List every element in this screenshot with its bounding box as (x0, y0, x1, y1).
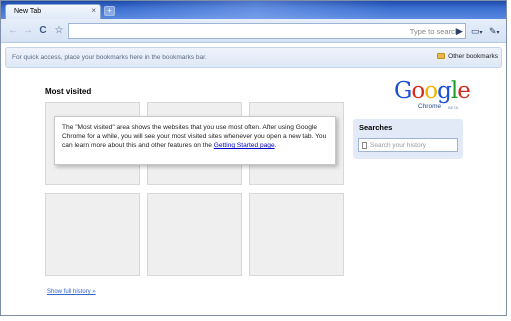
google-wordmark: Google (394, 78, 471, 104)
toolbar: ← → C ☆ Type to search ▶ ▭▾ ✎▾ (1, 19, 506, 43)
info-text: The "Most visited" area shows the websit… (62, 123, 328, 150)
folder-icon (437, 53, 446, 59)
bookmarks-bar-hint: For quick access, place your bookmarks h… (12, 54, 207, 61)
bookmarks-bar: For quick access, place your bookmarks h… (5, 47, 502, 68)
show-full-history-link[interactable]: Show full history » (47, 289, 96, 295)
searches-panel: Searches (353, 119, 463, 159)
searches-title: Searches (359, 123, 393, 132)
info-text-body: The "Most visited" area shows the websit… (62, 124, 327, 149)
getting-started-link[interactable]: Getting Started page (214, 142, 275, 149)
tab-title: New Tab (14, 8, 42, 15)
history-search-box (358, 138, 458, 152)
tools-menu-button[interactable]: ✎▾ (489, 24, 500, 40)
wrench-icon: ✎ (489, 26, 497, 36)
tab-strip: New Tab × + (1, 1, 506, 19)
logo-letter: o (411, 78, 425, 104)
bookmark-star-icon[interactable]: ☆ (52, 24, 66, 38)
logo-letter: o (424, 78, 438, 104)
tab-new-tab[interactable]: New Tab × (5, 4, 101, 19)
logo-letter: g (437, 78, 452, 104)
omnibox-placeholder: Type to search (409, 27, 459, 36)
logo-product-name: Chrome (418, 103, 442, 110)
other-bookmarks-button[interactable]: Other bookmarks (437, 53, 498, 60)
page-menu-button[interactable]: ▭▾ (471, 24, 483, 40)
info-text-end: . (274, 142, 277, 149)
page-icon: ▭ (471, 26, 480, 36)
logo-letter: G (394, 78, 412, 104)
chevron-down-icon: ▾ (496, 30, 500, 36)
most-visited-info-box: The "Most visited" area shows the websit… (54, 116, 336, 165)
browser-window: New Tab × + ← → C ☆ Type to search ▶ ▭▾ … (0, 0, 507, 316)
other-bookmarks-label: Other bookmarks (448, 53, 498, 60)
logo-beta-label: BETA (448, 105, 459, 110)
history-search-input[interactable] (370, 139, 456, 151)
google-chrome-logo: Google Chrome BETA (394, 78, 472, 114)
most-visited-thumbnail[interactable] (45, 193, 140, 276)
most-visited-heading: Most visited (45, 87, 92, 96)
new-tab-button[interactable]: + (104, 6, 115, 16)
reload-button[interactable]: C (36, 24, 50, 38)
most-visited-thumbnail[interactable] (147, 193, 242, 276)
back-button[interactable]: ← (6, 24, 20, 38)
document-icon (362, 142, 367, 149)
logo-letter: e (457, 78, 471, 104)
most-visited-thumbnail[interactable] (249, 193, 344, 276)
close-icon[interactable]: × (91, 7, 96, 15)
omnibox[interactable]: Type to search (68, 23, 466, 39)
chevron-down-icon: ▾ (479, 30, 483, 36)
forward-button[interactable]: → (21, 24, 35, 38)
go-button[interactable]: ▶ (456, 24, 463, 38)
tab-strip-glow (121, 1, 391, 19)
